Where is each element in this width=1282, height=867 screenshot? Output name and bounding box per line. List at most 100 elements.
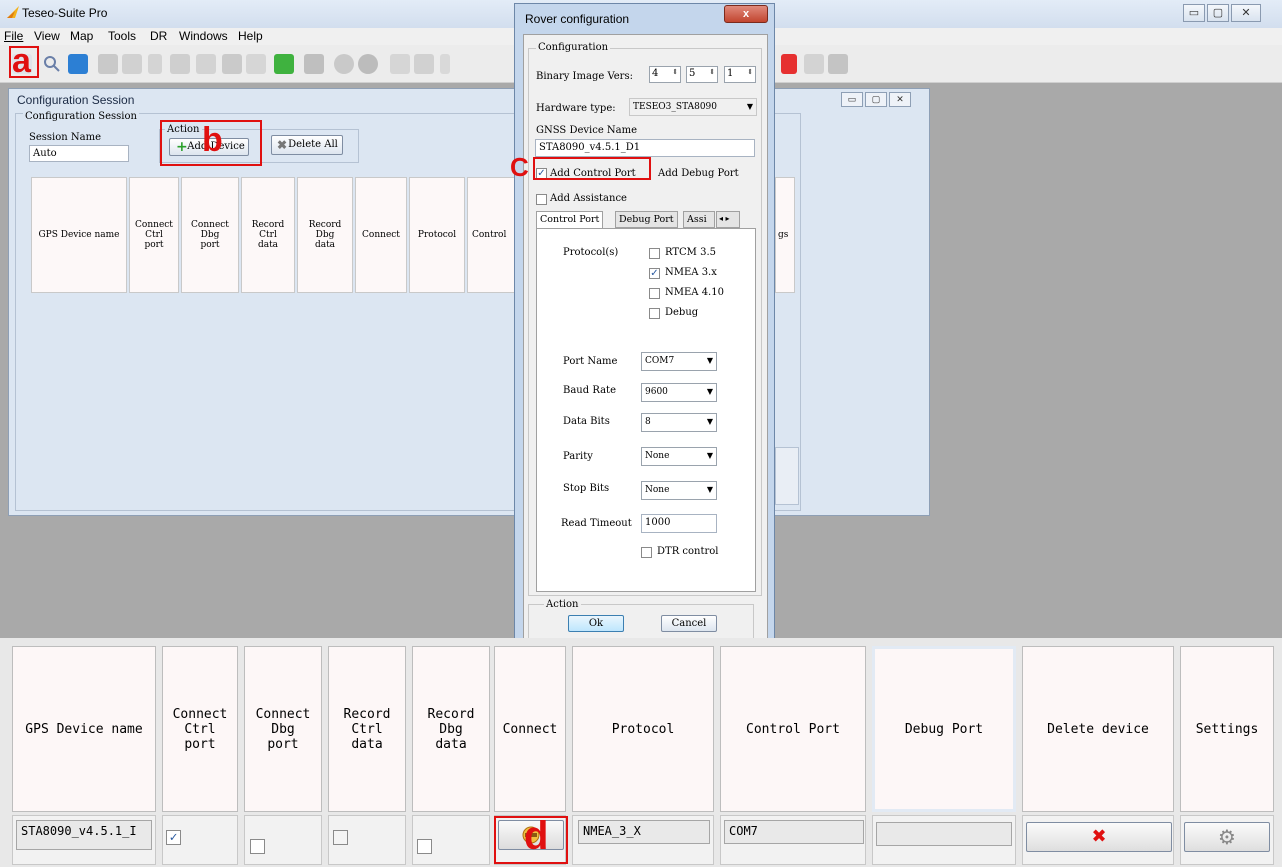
annotation-d: d (524, 814, 549, 858)
edit-icon[interactable] (414, 54, 434, 74)
protocol-debug-checkbox[interactable] (649, 308, 660, 319)
close-button[interactable]: ✕ (1231, 4, 1261, 22)
menu-help[interactable]: Help (238, 29, 263, 43)
row-settings-button[interactable]: ⚙ (1184, 822, 1270, 852)
hardware-type-label: Hardware type: (536, 103, 616, 114)
chart-icon[interactable] (170, 54, 190, 74)
protocol-rtcm-label: RTCM 3.5 (665, 247, 716, 258)
grid-col-connect: Connect (494, 646, 566, 812)
pin-icon[interactable] (148, 54, 162, 74)
gnss-device-name-input[interactable]: STA8090_v4.5.1_D1 (535, 139, 755, 157)
delete-x-icon: ✖ (277, 138, 288, 152)
binary-version-patch[interactable]: 1 ⇕ (724, 66, 756, 83)
configuration-session-window: Configuration Session ▭ ▢ ✕ Configuratio… (8, 88, 930, 516)
globe-icon[interactable] (196, 54, 216, 74)
binary-version-major[interactable]: 4 ⇕ (649, 66, 681, 83)
satellite-a-icon[interactable] (828, 54, 848, 74)
row-record-dbg-checkbox[interactable] (417, 839, 432, 854)
row-delete-button[interactable]: ✖ (1026, 822, 1172, 852)
antenna-icon[interactable] (804, 54, 824, 74)
chevron-down-icon: ▼ (706, 356, 713, 365)
row-record-ctrl-checkbox[interactable] (333, 830, 348, 845)
screen-icon[interactable] (304, 54, 324, 74)
delete-all-button[interactable]: ✖ Delete All (271, 135, 343, 155)
tab-scroll-arrows[interactable]: ◂ ▸ (716, 211, 740, 228)
marker-icon[interactable] (440, 54, 450, 74)
tab-debug-port[interactable]: Debug Port (615, 211, 678, 228)
row-control-port[interactable]: COM7 (724, 820, 864, 844)
chevron-down-icon: ▼ (706, 417, 713, 426)
protocol-nmea410-checkbox[interactable] (649, 288, 660, 299)
port-tabs: Control Port Debug Port Assi ◂ ▸ (536, 211, 758, 229)
rover-dialog-body: Configuration Binary Image Vers: 4 ⇕ 5 ⇕ 1… (523, 34, 768, 642)
dtr-control-checkbox[interactable] (641, 547, 652, 558)
data-bits-select[interactable]: 8 ▼ (641, 413, 717, 432)
menu-map[interactable]: Map (70, 29, 93, 43)
cancel-button[interactable]: Cancel (661, 615, 717, 632)
row-protocol[interactable]: NMEA_3_X (578, 820, 710, 844)
row-device-name[interactable]: STA8090_v4.5.1_I (16, 820, 152, 850)
grid-icon[interactable] (390, 54, 410, 74)
minimize-button[interactable]: ▭ (1183, 4, 1205, 22)
row-connect-ctrl-checkbox[interactable]: ✓ (166, 830, 181, 845)
col-connect: Connect (355, 177, 407, 293)
grid-col-delete-device: Delete device (1022, 646, 1174, 812)
grid-col-gps-device-name: GPS Device name (12, 646, 156, 812)
gnss-device-name-label: GNSS Device Name (536, 125, 638, 136)
port-name-select[interactable]: COM7 ▼ (641, 352, 717, 371)
read-timeout-label: Read Timeout (561, 518, 632, 529)
row-debug-port[interactable] (876, 822, 1012, 846)
delete-x-icon: ✖ (1091, 826, 1107, 847)
binary-version-minor[interactable]: 5 ⇕ (686, 66, 718, 83)
menu-windows[interactable]: Windows (179, 29, 228, 43)
tab-assistance[interactable]: Assi (683, 211, 715, 228)
mdi-maximize-button[interactable]: ▢ (865, 92, 887, 107)
gear-blue-icon[interactable] (68, 54, 88, 74)
tab-control-port[interactable]: Control Port (536, 211, 604, 229)
play-icon[interactable] (274, 54, 294, 74)
grid-col-connect-dbg: Connect Dbg port (244, 646, 322, 812)
col-connect-dbg: Connect Dbg port (181, 177, 239, 293)
device-grid: GPS Device name Connect Ctrl port Connec… (0, 638, 1282, 867)
menu-dr[interactable]: DR (150, 29, 167, 43)
menu-file[interactable]: File (4, 29, 23, 43)
protocol-rtcm-checkbox[interactable] (649, 248, 660, 259)
add-assistance-checkbox[interactable] (536, 194, 547, 205)
add-debug-port-label[interactable]: Add Debug Port (658, 168, 739, 179)
stop-bits-select[interactable]: None ▼ (641, 481, 717, 500)
protocol-nmea410-label: NMEA 4.10 (665, 287, 724, 298)
eye-icon[interactable] (122, 54, 142, 74)
mdi-close-button[interactable]: ✕ (889, 92, 911, 107)
menu-view[interactable]: View (34, 29, 60, 43)
session-name-input[interactable]: Auto (29, 145, 129, 162)
rover-action-label: Action (544, 599, 581, 610)
rover-close-button[interactable]: x (724, 5, 768, 23)
chevron-down-icon: ▼ (706, 451, 713, 460)
annotation-b: b (202, 121, 223, 159)
protocol-debug-label: Debug (665, 307, 699, 318)
n-icon[interactable] (222, 54, 242, 74)
menu-tools[interactable]: Tools (108, 29, 136, 43)
mdi-minimize-button[interactable]: ▭ (841, 92, 863, 107)
add-assistance-label: Add Assistance (550, 193, 627, 204)
search-icon[interactable] (42, 54, 62, 74)
baud-rate-select[interactable]: 9600 ▼ (641, 383, 717, 402)
database-icon[interactable] (334, 54, 354, 74)
ok-button[interactable]: Ok (568, 615, 624, 632)
database-2-icon[interactable] (358, 54, 378, 74)
read-timeout-input[interactable]: 1000 (641, 514, 717, 533)
col-connect-ctrl: Connect Ctrl port (129, 177, 179, 293)
stop-bits-label: Stop Bits (563, 483, 610, 494)
flag-icon[interactable] (781, 54, 797, 74)
parity-select[interactable]: None ▼ (641, 447, 717, 466)
hardware-type-select[interactable]: TESEO3_STA8090 ▼ (629, 98, 757, 116)
satellite-icon[interactable] (98, 54, 118, 74)
row-connect-dbg-checkbox[interactable] (250, 839, 265, 854)
config-session-title: Configuration Session (17, 93, 135, 107)
grid-col-record-ctrl: Record Ctrl data (328, 646, 406, 812)
protocol-nmea3-checkbox[interactable]: ✓ (649, 268, 660, 279)
record-icon[interactable] (246, 54, 266, 74)
rover-configuration-dialog: Rover configuration x Configuration Bina… (514, 3, 775, 643)
maximize-button[interactable]: ▢ (1207, 4, 1229, 22)
teseo-logo-icon (6, 5, 20, 19)
